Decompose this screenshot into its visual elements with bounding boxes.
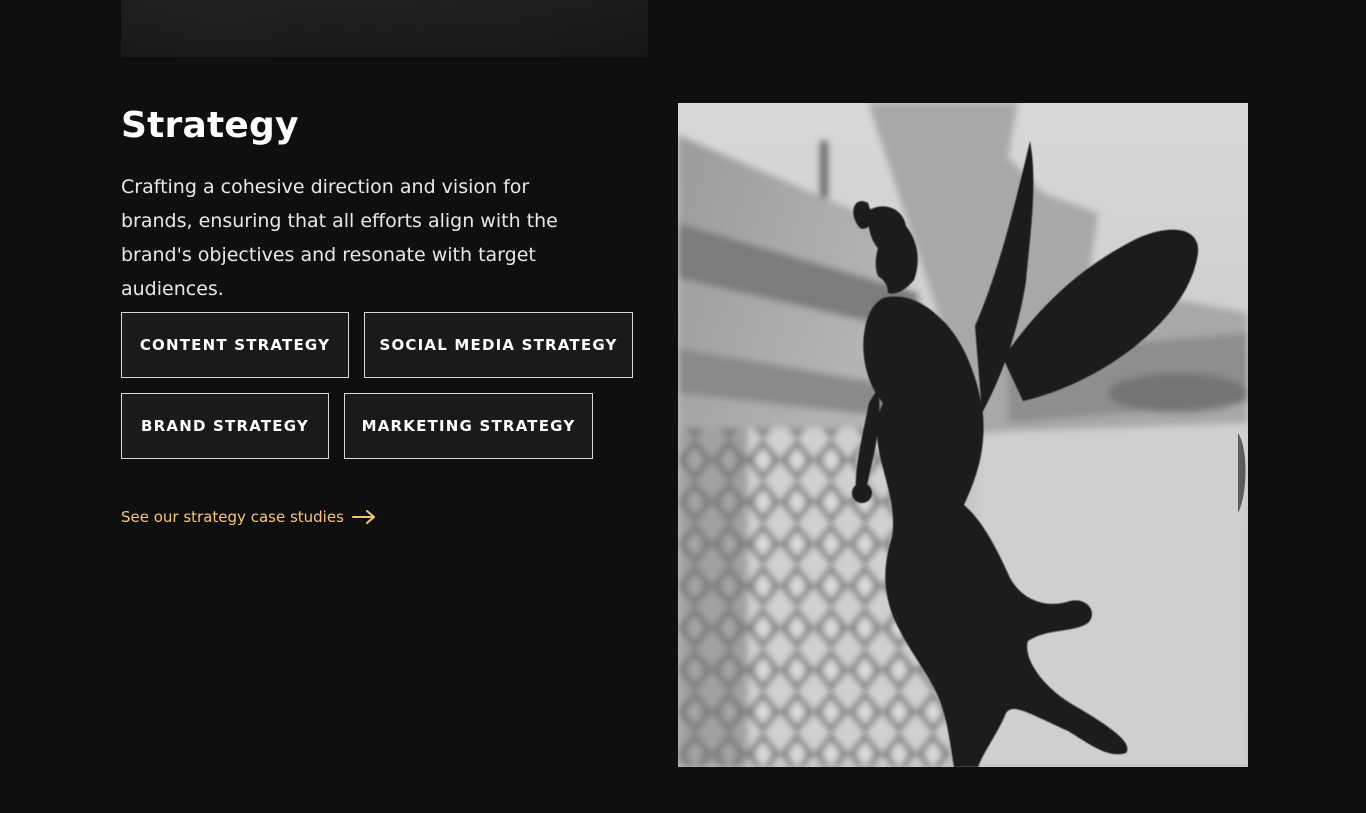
tag-row-2: BRAND STRATEGY MARKETING STRATEGY [121,393,661,459]
marketing-strategy-tag[interactable]: MARKETING STRATEGY [344,393,593,459]
strategy-content: Strategy Crafting a cohesive direction a… [121,103,651,306]
top-dark-image [121,0,648,57]
angel-statue-image [678,103,1248,767]
brand-strategy-tag[interactable]: BRAND STRATEGY [121,393,329,459]
section-description: Crafting a cohesive direction and vision… [121,176,558,300]
page: Strategy Crafting a cohesive direction a… [0,0,1366,813]
section-title: Strategy [121,105,299,146]
arrow-right-icon [351,510,375,524]
angel-statue-photo [678,103,1248,767]
tag-row-1: CONTENT STRATEGY SOCIAL MEDIA STRATEGY [121,312,661,378]
case-studies-link-label: See our strategy case studies [121,508,344,526]
content-strategy-tag[interactable]: CONTENT STRATEGY [121,312,349,378]
social-media-strategy-tag[interactable]: SOCIAL MEDIA STRATEGY [364,312,633,378]
strategy-tags: CONTENT STRATEGY SOCIAL MEDIA STRATEGY B… [121,312,661,474]
strategy-case-studies-link[interactable]: See our strategy case studies [121,506,376,528]
